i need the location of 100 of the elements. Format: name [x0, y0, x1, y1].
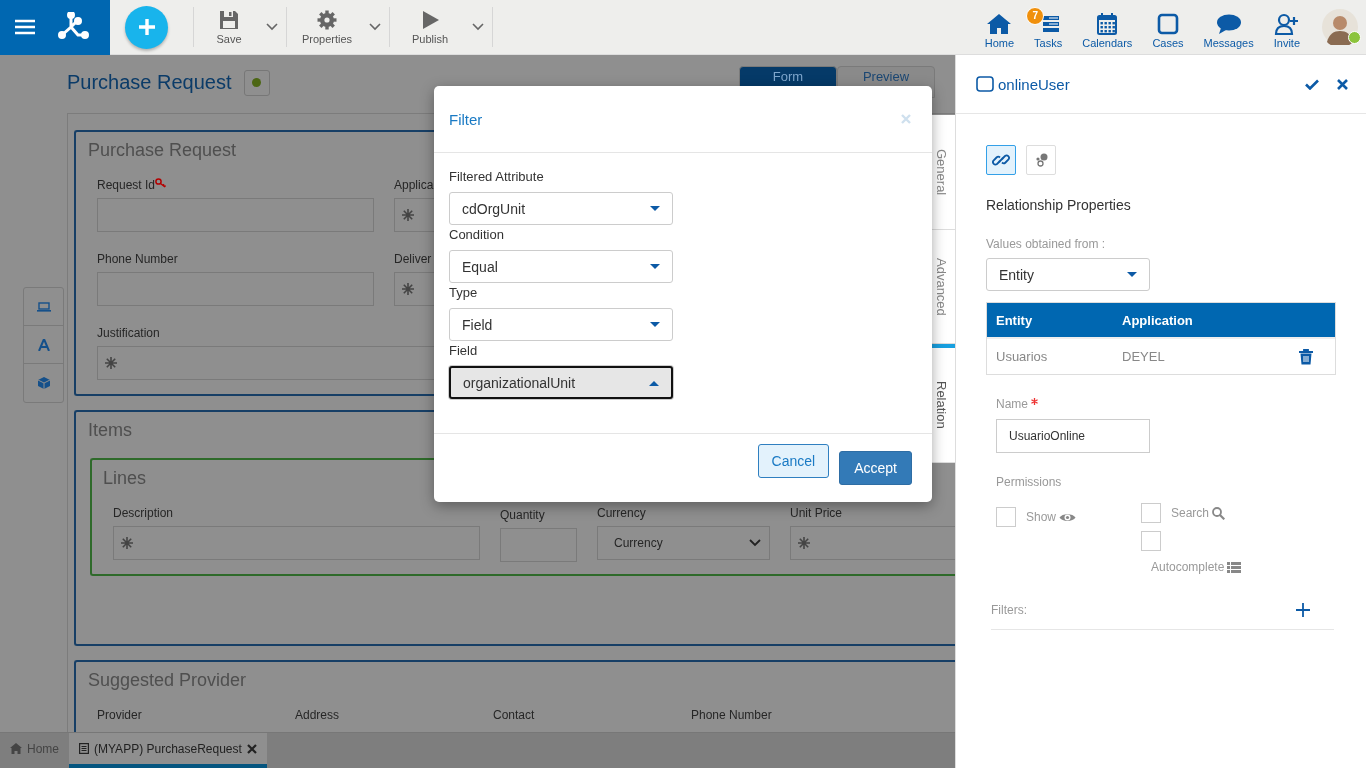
subsection-title: Lines	[103, 468, 147, 489]
letter-icon	[37, 338, 50, 351]
field-label: Request Id	[97, 178, 156, 192]
select-field[interactable]: Currency	[597, 526, 770, 560]
square-icon	[976, 76, 994, 92]
caret-down-icon	[1127, 271, 1137, 278]
gear-icon	[317, 9, 337, 30]
caret-icon[interactable]	[369, 23, 381, 31]
nav-button[interactable]: Calendars	[1072, 5, 1143, 49]
nav-button[interactable]: Cases	[1142, 5, 1194, 49]
close-icon[interactable]	[246, 743, 257, 754]
eye-icon	[1059, 511, 1077, 523]
column-header: Entity	[995, 312, 1034, 328]
tab-label: Home	[27, 741, 59, 756]
caret-down-icon	[650, 263, 660, 270]
home-icon	[10, 743, 22, 754]
caret-down-icon	[650, 205, 660, 212]
count-badge: 7	[1026, 6, 1045, 25]
page-title: Purchase Request	[67, 71, 232, 94]
toolbar-button[interactable]: Properties	[287, 9, 367, 45]
section-heading: Relationship Properties	[986, 197, 1132, 213]
field-label: Phone Number	[691, 708, 772, 722]
tab-label: (MYAPP) PurchaseRequest	[94, 741, 242, 756]
field-label: Field	[449, 343, 478, 358]
nav-button[interactable]: Home	[974, 5, 1025, 49]
field-label: Currency	[597, 506, 646, 520]
field-label: Deliver	[394, 252, 432, 266]
field-label: Applica	[394, 178, 434, 192]
laptop-icon	[36, 301, 51, 312]
field-label: Permissions	[996, 475, 1063, 489]
add-button[interactable]	[125, 5, 168, 49]
caret-down-icon	[650, 321, 660, 328]
option-label: Autocomplete	[1151, 560, 1225, 574]
section-title: Items	[88, 420, 132, 441]
option-label: Search	[1171, 506, 1210, 520]
document-icon	[79, 743, 89, 754]
checkbox[interactable]	[996, 507, 1016, 527]
panel-title: onlineUser	[998, 75, 1070, 93]
avatar[interactable]	[1322, 9, 1358, 45]
field-label: Description	[113, 506, 174, 520]
field-label: Quantity	[500, 508, 545, 522]
column-header: Application	[1121, 312, 1194, 328]
field-label: Provider	[97, 708, 142, 722]
name-field[interactable]: UsuarioOnline	[996, 419, 1150, 453]
field-label: Unit Price	[790, 506, 842, 520]
add-icon[interactable]	[1296, 602, 1310, 617]
accept-button[interactable]: Accept	[839, 451, 912, 485]
section-title: Suggested Provider	[88, 670, 247, 691]
field-label: Type	[449, 285, 478, 300]
nav-button[interactable]: 7 Tasks	[1024, 5, 1073, 49]
table-cell-text: DEYEL	[1121, 349, 1166, 364]
save-icon	[219, 9, 239, 30]
dropdown[interactable]: Field	[449, 308, 673, 341]
search-icon	[1212, 506, 1226, 520]
dropdown[interactable]: cdOrgUnit	[449, 192, 673, 225]
field-label: Values obtained from :	[986, 237, 1107, 251]
field-label: Filters:	[991, 602, 1027, 617]
field-label: Address	[295, 708, 340, 722]
checkbox[interactable]	[1141, 531, 1161, 551]
home-icon	[986, 12, 1013, 35]
option-label: Show	[1026, 510, 1057, 524]
document-tab[interactable]: (MYAPP) PurchaseRequest	[69, 733, 267, 768]
cancel-button[interactable]: Cancel	[757, 444, 830, 478]
dialog-title: Filter	[449, 110, 483, 128]
close-icon[interactable]	[1337, 78, 1348, 90]
plus-icon	[136, 17, 157, 37]
input-field[interactable]	[113, 526, 480, 560]
field-label: Contact	[493, 708, 535, 722]
caret-up-icon	[649, 379, 659, 386]
add-user-icon	[1273, 12, 1300, 35]
dropdown[interactable]: Entity	[986, 258, 1150, 291]
status-button[interactable]	[243, 69, 270, 96]
mode-toggle[interactable]	[986, 145, 1016, 175]
caret-icon[interactable]	[472, 23, 484, 31]
toolbar-button[interactable]: Publish	[390, 9, 470, 45]
field-label: Name	[996, 397, 1028, 411]
field-label: Filtered Attribute	[449, 169, 544, 184]
table-cell-text: Usuarios	[995, 349, 1049, 364]
cube-icon	[37, 377, 50, 389]
field-label: Justification	[97, 326, 160, 340]
dropdown[interactable]: organizationalUnit	[449, 366, 673, 399]
trash-icon[interactable]	[1299, 348, 1313, 365]
nav-button[interactable]: Invite	[1263, 5, 1310, 49]
dropdown[interactable]: Equal	[449, 250, 673, 283]
nav-button[interactable]: Messages	[1193, 5, 1264, 49]
section-title: Purchase Request	[88, 140, 237, 161]
logo-icon[interactable]	[57, 12, 89, 42]
caret-icon[interactable]	[266, 23, 278, 31]
field-label: Condition	[449, 227, 504, 242]
checkbox[interactable]	[1141, 503, 1161, 523]
check-icon[interactable]	[1305, 78, 1319, 90]
link-icon	[992, 151, 1010, 169]
toolbar-button[interactable]: Save	[194, 9, 264, 45]
input-field[interactable]	[790, 526, 955, 560]
field-label: Phone Number	[97, 252, 178, 266]
chat-bubble-icon	[1215, 12, 1242, 35]
play-icon	[420, 9, 440, 30]
chevron-icon	[749, 539, 761, 547]
list-icon	[1227, 561, 1242, 573]
menu-icon[interactable]	[15, 19, 35, 35]
